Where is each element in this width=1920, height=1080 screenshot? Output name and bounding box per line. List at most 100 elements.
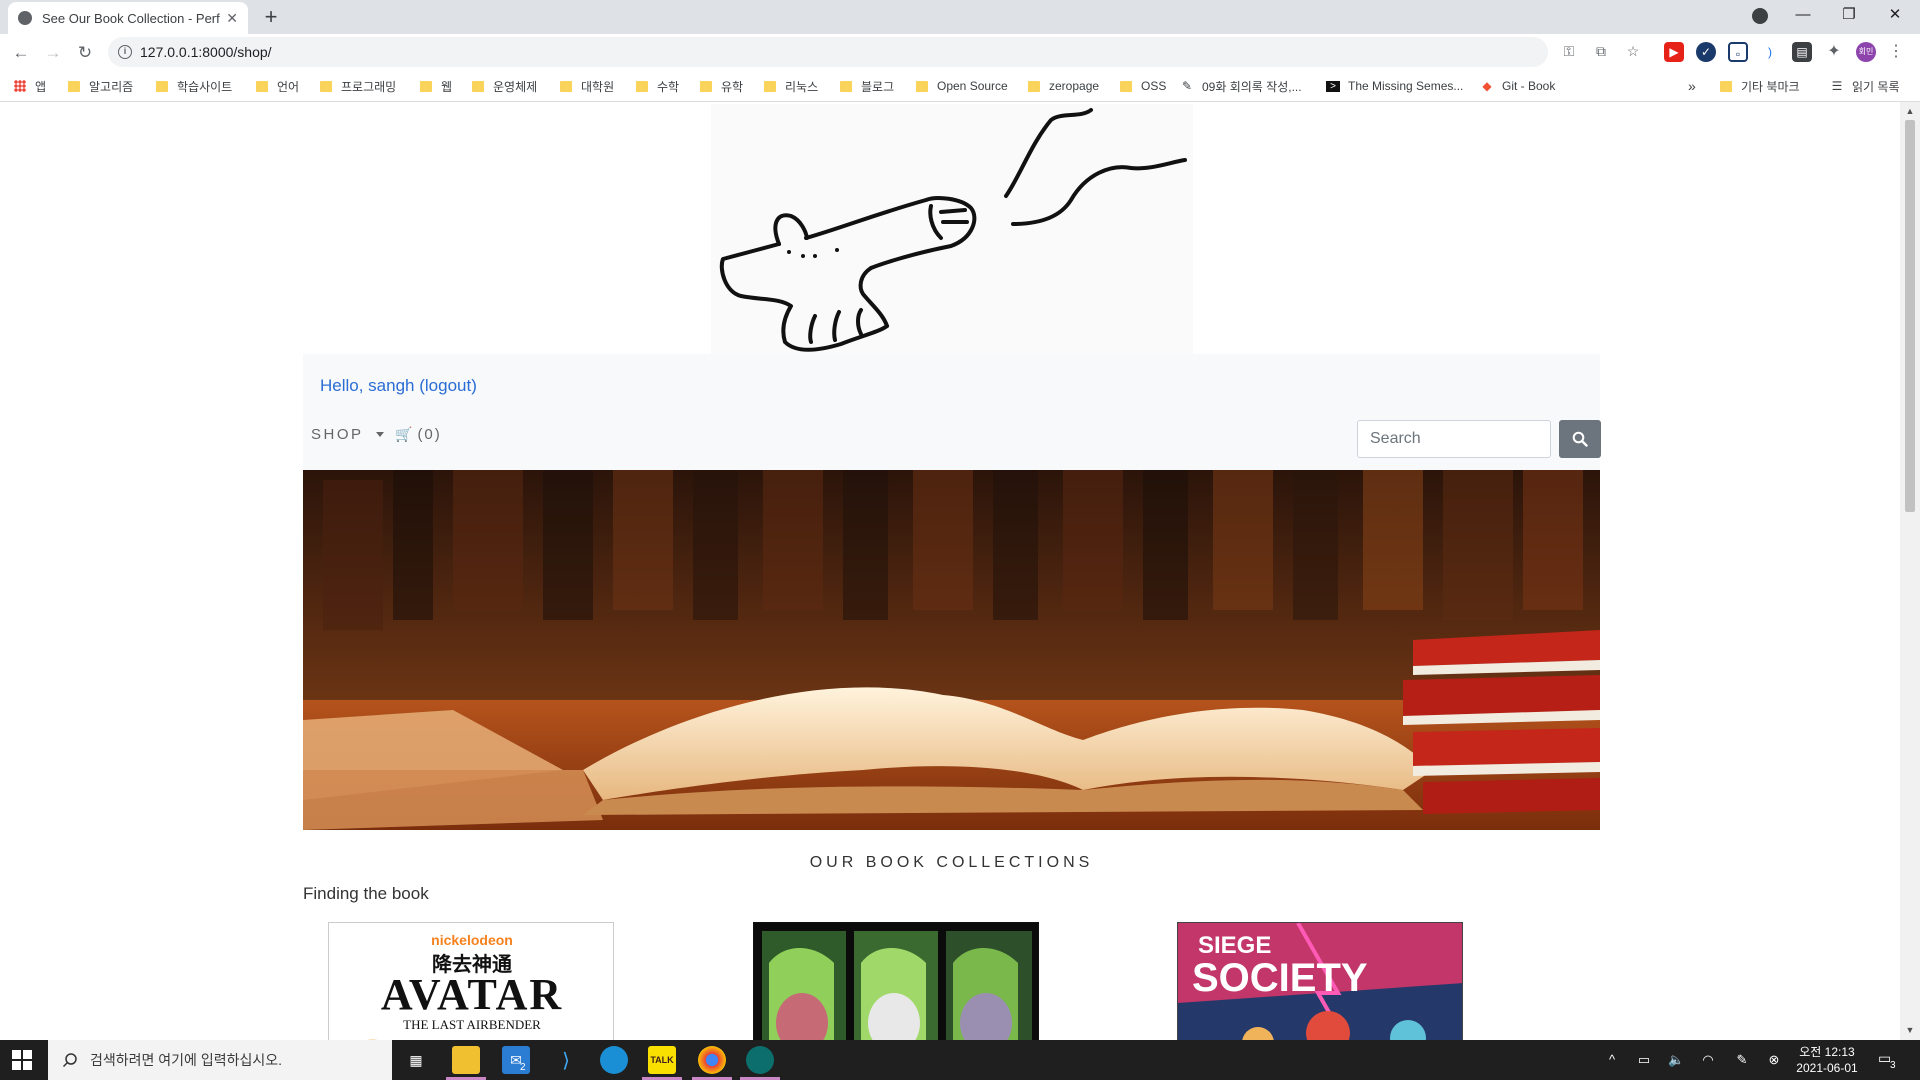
book-card-2[interactable] (753, 922, 1039, 1040)
bookmark-folder[interactable]: OSS (1120, 77, 1166, 95)
taskbar-search-placeholder: 검색하려면 여기에 입력하십시오. (90, 1052, 282, 1068)
scroll-thumb[interactable] (1905, 120, 1915, 512)
greeting-logout-link[interactable]: Hello, sangh (logout) (320, 376, 477, 396)
bookmark-folder[interactable]: 유학 (700, 77, 743, 95)
vscode-icon[interactable]: ⟩ (552, 1046, 580, 1074)
back-button[interactable]: ← (8, 40, 34, 66)
file-explorer-icon[interactable] (452, 1046, 480, 1074)
windows-start-icon[interactable] (12, 1050, 32, 1070)
bookmark-folder[interactable]: zeropage (1028, 77, 1099, 95)
edge-icon[interactable] (600, 1046, 628, 1074)
battery-icon[interactable]: ▭ (1636, 1052, 1652, 1068)
extension-youtube-icon[interactable]: ▶ (1664, 42, 1684, 62)
more-bookmarks-button[interactable]: » (1688, 77, 1696, 95)
taskbar-search-box[interactable]: 검색하려면 여기에 입력하십시오. (48, 1040, 392, 1080)
pen-icon[interactable]: ✎ (1734, 1052, 1750, 1068)
minimize-button[interactable]: — (1780, 0, 1826, 32)
app-icon[interactable] (746, 1046, 774, 1074)
shop-label: SHOP (311, 426, 364, 443)
site-info-icon[interactable]: i (118, 45, 132, 59)
search-button[interactable] (1559, 420, 1601, 458)
book-cover-2 (754, 923, 1038, 1040)
bookmark-folder[interactable]: 언어 (256, 77, 299, 95)
kakaotalk-icon[interactable]: TALK (648, 1046, 676, 1074)
book-cover-siege-society: SIEGE SOCIETY (1178, 923, 1462, 1040)
search-icon (1572, 431, 1588, 447)
cover-brand-text: nickelodeon (431, 932, 513, 948)
cover-subtitle-text: THE LAST AIRBENDER (403, 1017, 541, 1032)
translate-icon[interactable]: ⧉ (1592, 42, 1610, 60)
bookmark-page[interactable]: ✎ 09화 회의록 작성,... (1180, 77, 1302, 95)
bookmark-folder[interactable]: 대학원 (560, 77, 614, 95)
bookmark-folder[interactable]: 수학 (636, 77, 679, 95)
tab-search-icon[interactable] (1752, 8, 1768, 24)
extensions-puzzle-icon[interactable]: ✦ (1824, 42, 1844, 62)
url-text: 127.0.0.1:8000/shop/ (140, 44, 272, 60)
windows-taskbar: 검색하려면 여기에 입력하십시오. ▦ ✉ 2 ⟩ TALK ^ ▭ 🔈 ◠ ✎… (0, 1040, 1920, 1080)
bookmark-folder[interactable]: 프로그래밍 (320, 77, 396, 95)
search-input[interactable] (1357, 420, 1551, 458)
other-bookmarks[interactable]: 기타 북마크 (1720, 77, 1800, 95)
section-title: OUR BOOK COLLECTIONS (809, 854, 1094, 871)
reading-list[interactable]: ☰ 읽기 목록 (1830, 77, 1900, 95)
folder-icon (1120, 80, 1132, 92)
bookmark-folder[interactable]: Open Source (916, 77, 1008, 95)
chrome-icon[interactable] (698, 1046, 726, 1074)
git-icon: ◆ (1482, 79, 1492, 93)
notification-count: 3 (1890, 1060, 1896, 1071)
browser-tab-strip: See Our Book Collection - Perfe ✕ + — ❐ … (0, 0, 1920, 34)
mail-badge: 2 (520, 1062, 526, 1073)
bookmark-page[interactable]: ◆ Git - Book (1480, 77, 1555, 95)
bird-logo-icon (719, 108, 1187, 352)
bookmark-folder[interactable]: 웹 (420, 77, 452, 95)
bookmark-star-icon[interactable]: ☆ (1624, 42, 1642, 60)
task-view-icon[interactable]: ▦ (402, 1046, 430, 1074)
address-bar[interactable]: i 127.0.0.1:8000/shop/ (108, 37, 1548, 67)
bookmark-page[interactable]: > The Missing Semes... (1326, 77, 1463, 95)
taskbar-clock[interactable]: 오전 12:13 2021-06-01 (1782, 1044, 1872, 1076)
bookmark-folder[interactable]: 리눅스 (764, 77, 818, 95)
close-window-button[interactable]: ✕ (1872, 0, 1918, 32)
folder-icon (916, 80, 928, 92)
site-logo[interactable] (711, 104, 1193, 354)
new-tab-button[interactable]: + (258, 4, 284, 30)
ime-icon[interactable]: ⊗ (1766, 1052, 1782, 1068)
bookmark-folder[interactable]: 운영체제 (472, 77, 537, 95)
profile-avatar[interactable]: 회민 (1856, 42, 1876, 62)
page-scrollbar[interactable]: ▲ ▼ (1900, 102, 1920, 1040)
page-viewport: Hello, sangh (logout) SHOP 🛒 (0) Search … (0, 102, 1900, 1040)
scroll-up-icon[interactable]: ▲ (1904, 105, 1916, 117)
tray-overflow-icon[interactable]: ^ (1604, 1052, 1620, 1067)
network-icon[interactable]: ◠ (1700, 1052, 1716, 1068)
folder-icon (700, 80, 712, 92)
menu-kebab-icon[interactable]: ⋮ (1886, 42, 1906, 62)
folder-icon (840, 80, 852, 92)
extension-check-icon[interactable]: ✓ (1696, 42, 1716, 62)
folder-icon (636, 80, 648, 92)
cart-link[interactable]: 🛒 (0) (395, 426, 442, 443)
folder-icon (68, 80, 80, 92)
bookmark-folder[interactable]: 블로그 (840, 77, 894, 95)
reading-list-icon: ☰ (1831, 79, 1843, 93)
folder-icon (420, 80, 432, 92)
extension-archive-icon[interactable]: ▤ (1792, 42, 1812, 62)
key-icon[interactable]: ⚿ (1560, 42, 1578, 60)
restore-button[interactable]: ❐ (1826, 0, 1872, 32)
book-card-avatar[interactable]: nickelodeon 降去神通 AVATAR THE LAST AIRBEND… (328, 922, 614, 1040)
extension-sound-icon[interactable]: ) (1760, 42, 1780, 62)
terminal-icon: > (1326, 80, 1340, 92)
page-favicon-icon (18, 11, 32, 25)
book-card-siege-society[interactable]: SIEGE SOCIETY (1177, 922, 1463, 1040)
scroll-down-icon[interactable]: ▼ (1904, 1024, 1916, 1036)
extension-window-icon[interactable]: ▫ (1728, 42, 1748, 62)
volume-icon[interactable]: 🔈 (1668, 1052, 1684, 1068)
shop-dropdown[interactable]: SHOP (311, 426, 384, 443)
forward-button[interactable]: → (40, 40, 66, 66)
bookmark-folder[interactable]: 학습사이트 (156, 77, 232, 95)
reload-button[interactable]: ↻ (72, 40, 98, 66)
browser-tab[interactable]: See Our Book Collection - Perfe ✕ (8, 2, 248, 34)
bookmark-apps[interactable]: 앱 (14, 77, 46, 95)
cover-title-line2: SOCIETY (1192, 956, 1368, 1000)
close-tab-icon[interactable]: ✕ (226, 10, 238, 27)
bookmark-folder[interactable]: 알고리즘 (68, 77, 133, 95)
